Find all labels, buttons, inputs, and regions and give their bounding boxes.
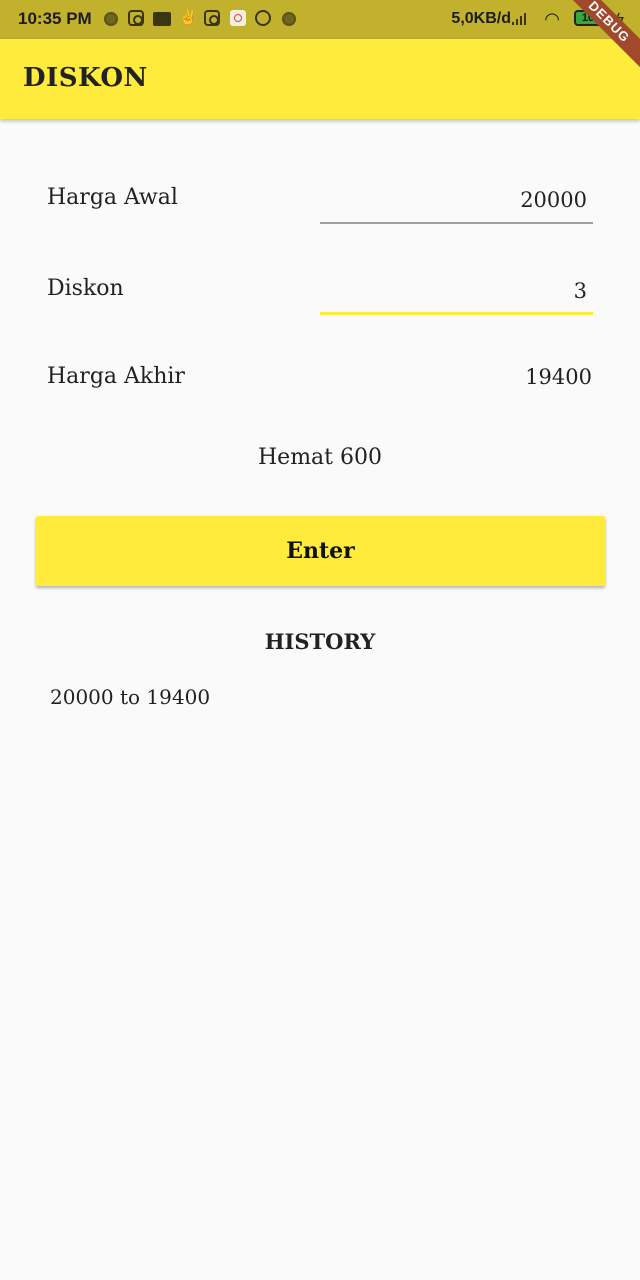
- history-title: HISTORY: [264, 629, 376, 654]
- signal-icon: [512, 13, 528, 25]
- savings-text: Hemat 600: [257, 445, 382, 470]
- harga-awal-label: Harga Awal: [47, 185, 178, 210]
- diskon-input[interactable]: [320, 271, 593, 311]
- harga-awal-input[interactable]: [320, 180, 593, 220]
- history-item: 20000 to 19400: [50, 685, 211, 709]
- app-bar: DISKON: [0, 39, 640, 119]
- network-speed: 5,0KB/d: [451, 10, 511, 27]
- status-time: 10:35 PM: [18, 9, 92, 28]
- app-title: DISKON: [23, 63, 148, 93]
- harga-akhir-label: Harga Akhir: [47, 364, 185, 389]
- diskon-underline-focused: [320, 312, 593, 315]
- wifi-icon: ◠: [544, 9, 560, 29]
- instagram-icon: [128, 10, 144, 26]
- hand-icon: ✌: [179, 9, 198, 26]
- dot-icon: [282, 12, 296, 26]
- whatsapp-icon: [255, 10, 271, 26]
- instagram-icon: [204, 10, 220, 26]
- harga-awal-field[interactable]: [320, 180, 593, 224]
- harga-akhir-value: 19400: [525, 365, 592, 389]
- diskon-field[interactable]: [320, 271, 593, 315]
- diskon-label: Diskon: [47, 276, 124, 301]
- dot-icon: [104, 12, 118, 26]
- notification-icon: [153, 12, 171, 26]
- status-bar: 10:35 PM ✌ 5,0KB/d ◠ 100 ϟ: [0, 0, 640, 39]
- app-icon: [230, 10, 246, 26]
- enter-button[interactable]: Enter: [36, 516, 605, 586]
- harga-awal-underline: [320, 222, 593, 224]
